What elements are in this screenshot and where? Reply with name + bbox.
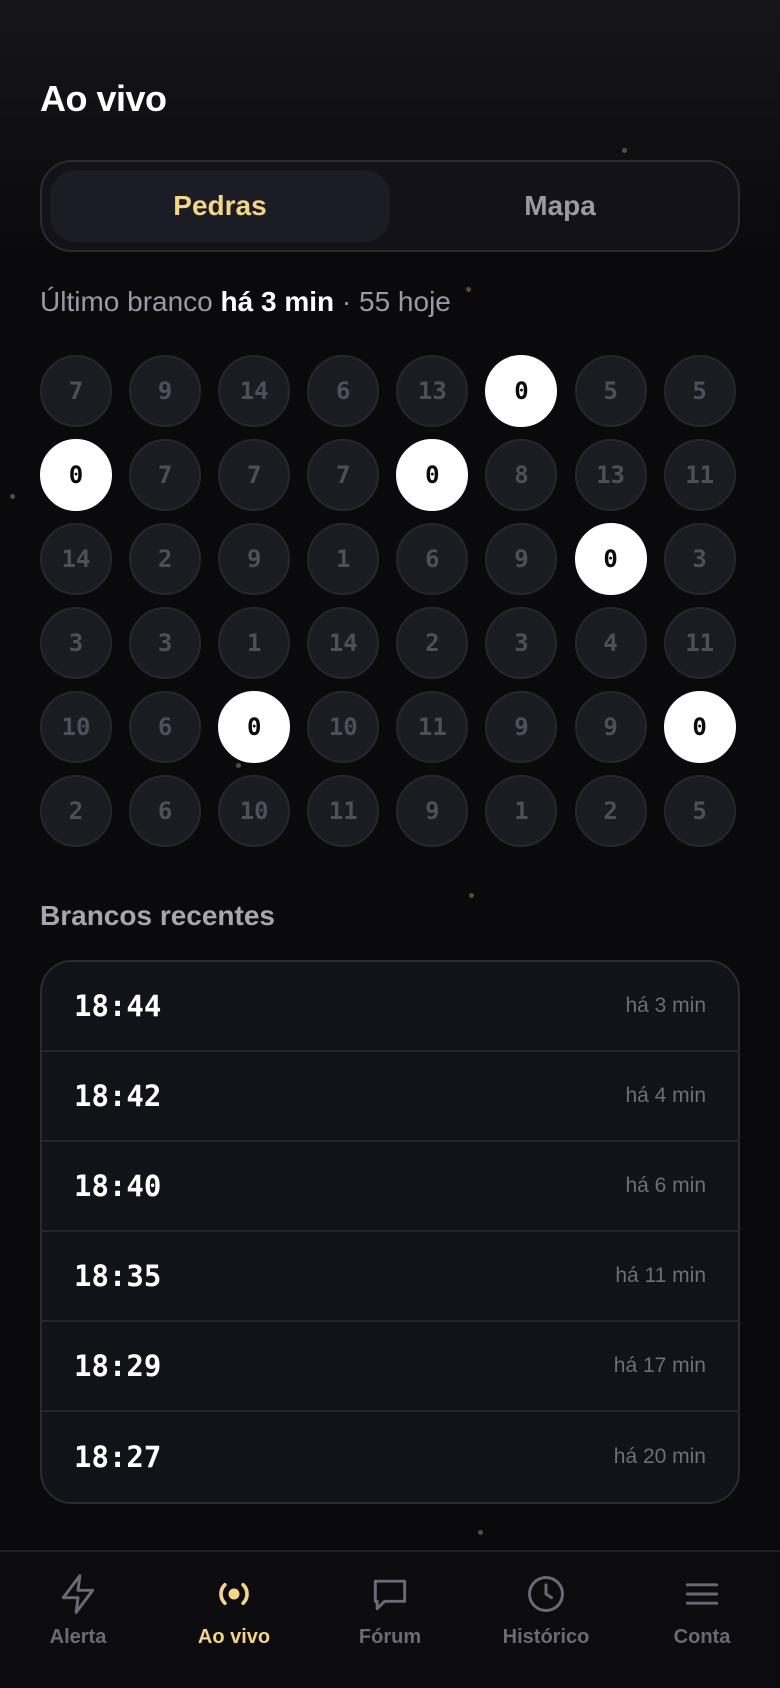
recent-time: 18:27 <box>74 1440 162 1474</box>
white-stone: 0 <box>485 355 558 427</box>
decorative-dot <box>10 494 15 499</box>
stone: 2 <box>129 523 202 595</box>
recent-ago: há 4 min <box>625 1084 706 1107</box>
chat-bubble-icon <box>373 1579 407 1611</box>
decorative-dot <box>622 148 627 153</box>
stone: 5 <box>663 775 736 847</box>
tab-label: Conta <box>673 1626 731 1648</box>
recent-ago: há 17 min <box>613 1354 706 1377</box>
status-suffix: · 55 hoje <box>341 286 451 317</box>
stone: 11 <box>396 691 469 763</box>
recent-ago: há 20 min <box>613 1445 706 1468</box>
white-stone: 0 <box>396 439 469 511</box>
stone: 7 <box>307 439 380 511</box>
stone: 14 <box>307 607 380 679</box>
tab-historico[interactable]: Histórico <box>468 1552 624 1688</box>
stone: 2 <box>40 775 112 847</box>
stone: 3 <box>663 523 736 595</box>
stone: 13 <box>574 439 647 511</box>
lightning-icon <box>61 1574 95 1614</box>
stone: 6 <box>396 523 469 595</box>
stone: 1 <box>307 523 380 595</box>
tab-ao-vivo[interactable]: Ao vivo <box>156 1552 312 1688</box>
last-white-status: Último branco há 3 min · 55 hoje <box>40 286 451 318</box>
tab-label: Alerta <box>49 1626 107 1648</box>
tab-label: Ao vivo <box>197 1626 271 1648</box>
recent-time: 18:44 <box>74 989 162 1023</box>
stone: 14 <box>40 523 112 595</box>
list-item[interactable]: 18:42 há 4 min <box>42 1052 738 1142</box>
recent-ago: há 6 min <box>625 1174 706 1197</box>
stone: 10 <box>307 691 380 763</box>
stone: 2 <box>574 775 647 847</box>
segment-map[interactable]: Mapa <box>390 170 730 242</box>
recent-time: 18:29 <box>74 1349 162 1383</box>
stone: 7 <box>218 439 291 511</box>
stone: 9 <box>485 691 558 763</box>
white-stone: 0 <box>574 523 647 595</box>
stone: 9 <box>218 523 291 595</box>
stone: 7 <box>129 439 202 511</box>
recent-whites-title: Brancos recentes <box>40 900 276 931</box>
decorative-dot <box>466 287 471 292</box>
decorative-dot <box>478 1530 483 1535</box>
stone: 5 <box>574 355 647 427</box>
list-item[interactable]: 18:40 há 6 min <box>42 1142 738 1232</box>
stone: 1 <box>485 775 558 847</box>
stone: 11 <box>663 439 736 511</box>
stone: 3 <box>129 607 202 679</box>
stone: 9 <box>129 355 202 427</box>
tab-forum[interactable]: Fórum <box>312 1552 468 1688</box>
stone: 6 <box>129 691 202 763</box>
tab-conta[interactable]: Conta <box>624 1552 780 1688</box>
white-stone: 0 <box>218 691 291 763</box>
stone: 4 <box>574 607 647 679</box>
stone: 3 <box>40 607 112 679</box>
list-item[interactable]: 18:27 há 20 min <box>42 1412 738 1502</box>
menu-icon <box>685 1583 719 1605</box>
page-title: Ao vivo <box>40 78 167 119</box>
stone: 6 <box>307 355 380 427</box>
stone: 2 <box>396 607 469 679</box>
tab-alerta[interactable]: Alerta <box>0 1552 156 1688</box>
stone: 9 <box>485 523 558 595</box>
stone: 10 <box>218 775 291 847</box>
decorative-dot <box>469 893 474 898</box>
stone: 9 <box>396 775 469 847</box>
tab-label: Histórico <box>502 1626 590 1648</box>
list-item[interactable]: 18:35 há 11 min <box>42 1232 738 1322</box>
tab-label: Fórum <box>358 1626 422 1648</box>
view-segmented-control: Pedras Mapa <box>40 160 740 252</box>
stone: 8 <box>485 439 558 511</box>
segment-stones[interactable]: Pedras <box>50 170 390 242</box>
stone: 3 <box>485 607 558 679</box>
stone: 14 <box>218 355 291 427</box>
white-stone: 0 <box>40 439 112 511</box>
live-broadcast-icon <box>219 1583 249 1605</box>
recent-ago: há 3 min <box>625 994 706 1017</box>
recent-whites-list: 18:44 há 3 min 18:42 há 4 min 18:40 há 6… <box>40 960 740 1504</box>
stone: 6 <box>129 775 202 847</box>
stone: 11 <box>307 775 380 847</box>
stone: 7 <box>40 355 112 427</box>
stone: 10 <box>40 691 112 763</box>
status-highlight: há 3 min <box>220 286 335 317</box>
recent-ago: há 11 min <box>615 1264 706 1287</box>
recent-time: 18:35 <box>74 1259 162 1293</box>
list-item[interactable]: 18:44 há 3 min <box>42 962 738 1052</box>
stone: 11 <box>663 607 736 679</box>
recent-time: 18:42 <box>74 1079 162 1113</box>
stone: 1 <box>218 607 291 679</box>
stone: 13 <box>396 355 469 427</box>
white-stone: 0 <box>663 691 736 763</box>
clock-icon <box>528 1576 564 1612</box>
stone: 9 <box>574 691 647 763</box>
status-prefix: Último branco <box>40 286 213 317</box>
recent-time: 18:40 <box>74 1169 162 1203</box>
stone: 5 <box>663 355 736 427</box>
bottom-tab-bar: Alerta Ao vivo Fórum Histórico Conta <box>0 1550 780 1688</box>
stones-grid: 7 9 14 6 13 0 5 5 0 7 7 7 0 8 13 11 14 2… <box>40 355 740 847</box>
list-item[interactable]: 18:29 há 17 min <box>42 1322 738 1412</box>
